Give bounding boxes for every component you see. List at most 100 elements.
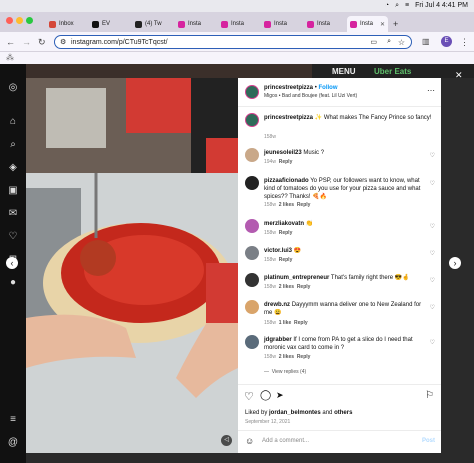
- author-avatar[interactable]: [245, 113, 259, 127]
- reply-button[interactable]: Reply: [294, 320, 308, 326]
- header-divider: [238, 106, 441, 107]
- reply-button[interactable]: Reply: [279, 257, 293, 263]
- reload-icon[interactable]: ↻: [38, 37, 46, 47]
- share-icon[interactable]: ➤: [276, 390, 284, 401]
- comment-meta: 158w 2 likes Reply: [264, 202, 311, 208]
- close-tab-icon[interactable]: ✕: [380, 21, 385, 28]
- comment-username[interactable]: platinum_entrepreneur: [264, 275, 329, 281]
- post-comment-button[interactable]: Post: [422, 437, 435, 445]
- comment-avatar[interactable]: [245, 335, 259, 349]
- comment-avatar[interactable]: [245, 246, 259, 260]
- tab[interactable]: EV: [89, 16, 130, 32]
- like-comment-icon[interactable]: ♡: [430, 152, 435, 159]
- comment-username[interactable]: victor.lui3: [264, 248, 292, 254]
- minimize-window-button[interactable]: [16, 17, 23, 24]
- comment-username[interactable]: jdgrabber: [264, 337, 292, 343]
- next-post-button[interactable]: ›: [449, 257, 461, 269]
- x-icon: [92, 20, 99, 28]
- comment-avatar[interactable]: [245, 300, 259, 314]
- tab[interactable]: Insta: [218, 16, 259, 32]
- liked-by-user[interactable]: jordan_belmontes: [269, 410, 321, 416]
- home-icon[interactable]: ⌂: [7, 116, 19, 128]
- tab[interactable]: Insta: [261, 16, 302, 32]
- reply-button[interactable]: Reply: [279, 159, 293, 165]
- comment-username[interactable]: pizzaaficionado: [264, 178, 309, 184]
- comment-username[interactable]: jeunesoleil23: [264, 150, 302, 156]
- tab[interactable]: Insta: [175, 16, 216, 32]
- apps-grid-icon[interactable]: ⁂: [6, 53, 14, 62]
- search-icon[interactable]: ⌕: [395, 0, 399, 12]
- menu-kebab-icon[interactable]: ⋮: [460, 37, 469, 47]
- follow-button[interactable]: Follow: [318, 85, 337, 91]
- comment-likes[interactable]: 2 likes: [279, 284, 294, 290]
- back-icon[interactable]: ←: [6, 37, 15, 47]
- pizza-video-frame: [26, 78, 238, 453]
- mute-button[interactable]: ◁: [221, 435, 232, 446]
- like-comment-icon[interactable]: ♡: [430, 250, 435, 257]
- address-bar[interactable]: ⚙ instagram.com/p/CTu9TcTqcst/ ▭ ⌕ ☆: [54, 35, 412, 49]
- reply-button[interactable]: Reply: [297, 284, 311, 290]
- close-modal-icon[interactable]: ✕: [455, 70, 463, 81]
- comment-avatar[interactable]: [245, 176, 259, 190]
- previous-post-button[interactable]: ‹: [6, 257, 18, 269]
- reply-button[interactable]: Reply: [297, 354, 311, 360]
- profile-avatar[interactable]: E: [441, 36, 452, 47]
- threads-icon[interactable]: @: [7, 437, 19, 449]
- tab-active[interactable]: Insta ✕: [347, 16, 388, 32]
- tab[interactable]: Inbox: [46, 16, 87, 32]
- comment-likes[interactable]: 1 like: [279, 320, 292, 326]
- comment-likes[interactable]: 2 likes: [279, 354, 294, 360]
- post-video[interactable]: ◁: [26, 78, 238, 453]
- bookmark-star-icon[interactable]: ☆: [398, 38, 405, 47]
- messages-icon[interactable]: ✉: [7, 208, 19, 220]
- post-details-panel: princestreetpizza • Follow Migos • Bad a…: [238, 78, 441, 453]
- site-info-icon[interactable]: ⚙: [60, 38, 66, 46]
- more-options-icon[interactable]: ⋯: [427, 86, 435, 95]
- zoom-window-button[interactable]: [26, 17, 33, 24]
- comment-username[interactable]: merzliakovatn: [264, 221, 304, 227]
- reels-icon[interactable]: ▣: [7, 185, 19, 197]
- comment-meta: 158w 1 like Reply: [264, 320, 308, 326]
- control-center-icon[interactable]: ≡: [405, 0, 409, 12]
- tab[interactable]: (4) Tw: [132, 16, 173, 32]
- zoom-icon[interactable]: ⌕: [387, 38, 391, 46]
- forward-icon[interactable]: →: [22, 37, 31, 47]
- comment-avatar[interactable]: [245, 219, 259, 233]
- caption-username[interactable]: princestreetpizza: [264, 115, 313, 121]
- cast-icon[interactable]: ▭: [370, 38, 377, 46]
- instagram-logo-icon[interactable]: ◎: [7, 82, 19, 94]
- add-comment-input[interactable]: Add a comment...: [262, 437, 412, 445]
- like-comment-icon[interactable]: ♡: [430, 180, 435, 187]
- comment-likes[interactable]: 2 likes: [279, 202, 294, 208]
- close-window-button[interactable]: [6, 17, 13, 24]
- save-bookmark-icon[interactable]: ⚐: [425, 390, 434, 401]
- menu-icon[interactable]: ≡: [7, 414, 19, 426]
- author-username[interactable]: princestreetpizza: [264, 85, 313, 91]
- new-tab-button[interactable]: +: [390, 19, 401, 32]
- tab[interactable]: Insta: [304, 16, 345, 32]
- comment-avatar[interactable]: [245, 273, 259, 287]
- extensions-icon[interactable]: ▥: [422, 37, 430, 47]
- comment-avatar[interactable]: [245, 148, 259, 162]
- wifi-icon[interactable]: ◔: [385, 0, 389, 12]
- reply-button[interactable]: Reply: [297, 202, 311, 208]
- post-date: September 12, 2021: [245, 419, 291, 425]
- liked-by-others[interactable]: others: [334, 410, 352, 416]
- view-replies-link[interactable]: — View replies (4): [264, 369, 306, 375]
- profile-icon[interactable]: ●: [7, 277, 19, 289]
- comment-icon[interactable]: ◯: [260, 390, 271, 401]
- like-comment-icon[interactable]: ♡: [430, 339, 435, 346]
- search-icon[interactable]: ⌕: [7, 139, 19, 151]
- reply-button[interactable]: Reply: [279, 230, 293, 236]
- comment-username[interactable]: drewb.nz: [264, 302, 290, 308]
- like-post-icon[interactable]: ♡: [244, 390, 254, 403]
- author-avatar[interactable]: [245, 85, 259, 99]
- menubar-clock[interactable]: Fri Jul 4 4:41 PM: [415, 0, 468, 12]
- like-comment-icon[interactable]: ♡: [430, 304, 435, 311]
- audio-info[interactable]: Migos • Bad and Boujee (feat. Lil Uzi Ve…: [264, 92, 357, 100]
- like-comment-icon[interactable]: ♡: [430, 277, 435, 284]
- notifications-heart-icon[interactable]: ♡: [7, 231, 19, 243]
- emoji-icon[interactable]: ☺: [245, 436, 254, 446]
- like-comment-icon[interactable]: ♡: [430, 223, 435, 230]
- explore-icon[interactable]: ◈: [7, 162, 19, 174]
